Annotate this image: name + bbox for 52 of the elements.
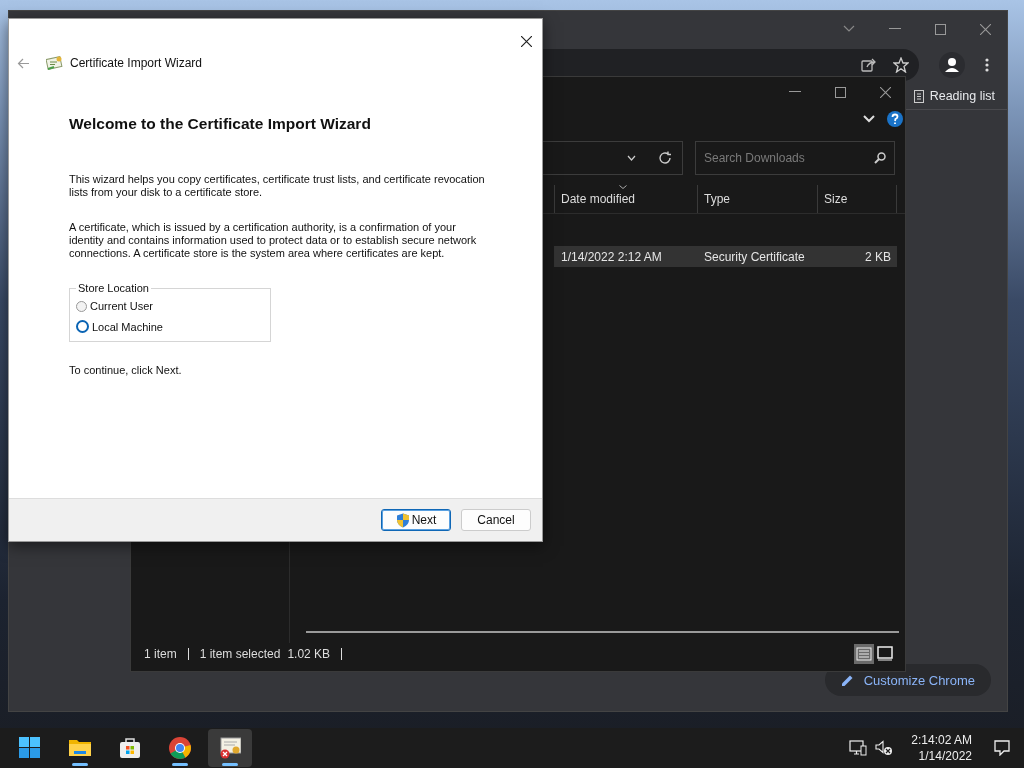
search-icon <box>874 152 886 164</box>
taskbar-button[interactable] <box>208 729 252 767</box>
back-arrow-icon[interactable] <box>17 57 30 69</box>
minimize-icon[interactable] <box>889 28 901 30</box>
table-cell: 2 KB <box>817 246 897 267</box>
help-icon[interactable] <box>887 111 903 127</box>
group-label: Store Location <box>77 282 150 294</box>
radio-option[interactable]: Local Machine <box>76 320 264 333</box>
sort-caret-icon <box>619 185 627 189</box>
status-text: 1 item selected <box>199 647 281 661</box>
maximize-icon[interactable] <box>935 23 946 35</box>
reading-list-button[interactable]: Reading list <box>913 89 995 103</box>
wizard-button[interactable]: Next <box>381 509 451 531</box>
notification-icon[interactable] <box>994 740 1010 756</box>
refresh-icon[interactable] <box>658 151 672 165</box>
close-icon[interactable] <box>521 36 532 47</box>
star-icon[interactable] <box>893 57 909 73</box>
dialog-title: Certificate Import Wizard <box>70 56 203 70</box>
search-field[interactable]: Search Downloads <box>695 141 895 175</box>
instruction-text: To continue, click Next. <box>69 364 183 377</box>
folder-icon <box>69 737 91 759</box>
menu-icon[interactable] <box>985 58 989 72</box>
description-text: A certificate, which is issued by a certification authority, is a confirmation of your identity and contains information used to protect data or to establish secure network connections. A certificate store is the system area where certificates are kept. <box>69 221 478 260</box>
monitor-icon[interactable] <box>849 740 868 756</box>
column-header[interactable]: Type <box>697 185 817 213</box>
column-header[interactable]: Size <box>817 185 897 213</box>
minimize-icon[interactable] <box>789 91 801 93</box>
wizard-heading: Welcome to the Certificate Import Wizard <box>69 115 372 133</box>
radio-option[interactable]: Current User <box>76 300 264 312</box>
browser-icon <box>169 737 191 759</box>
certificate-icon <box>219 737 241 759</box>
shield-icon <box>395 512 410 528</box>
description-text: This wizard helps you copy certificates, certificate trust lists, and certificate revocation lists from your disk to a certificate store. <box>69 173 486 199</box>
certificate-icon <box>46 55 64 71</box>
clock[interactable]: 2:14:02 AM 1/14/2022 <box>911 732 972 764</box>
wizard-button[interactable]: Cancel <box>461 509 531 531</box>
status-text: 1.02 KB <box>287 647 331 661</box>
column-header[interactable]: Date modified <box>554 185 697 213</box>
close-icon[interactable] <box>880 86 891 98</box>
chevron-down-icon[interactable] <box>627 155 636 161</box>
list-icon <box>913 89 924 103</box>
tiles-view-icon[interactable] <box>875 644 895 664</box>
profile-icon[interactable] <box>939 52 965 78</box>
speaker-muted-icon[interactable] <box>875 740 894 756</box>
table-cell: Security Certificate <box>697 246 817 267</box>
table-cell: 1/14/2022 2:12 AM <box>554 246 697 267</box>
status-text: 1 item <box>144 647 177 661</box>
share-icon[interactable] <box>861 58 877 72</box>
scrollbar[interactable] <box>306 631 899 633</box>
shopping-bag-icon <box>119 737 141 759</box>
start-icon <box>19 737 41 759</box>
maximize-icon[interactable] <box>835 86 846 98</box>
